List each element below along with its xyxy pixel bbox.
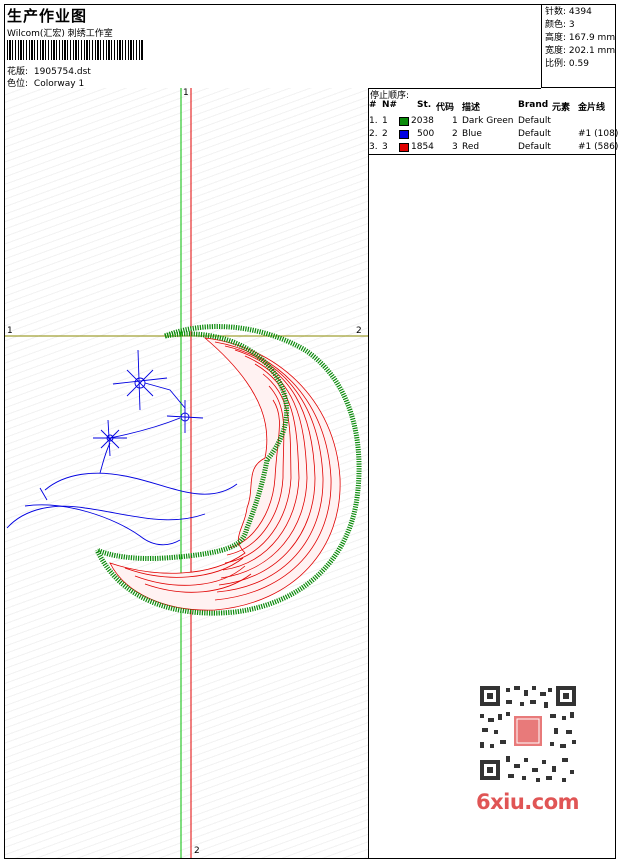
stat-value: 4394 bbox=[568, 7, 592, 17]
barcode bbox=[7, 40, 143, 60]
row-sequin: #1 (108) bbox=[578, 129, 619, 139]
sequence-row: 1. 1 2038 1 Dark Green Default bbox=[368, 115, 616, 128]
header: 生产作业图 Wilcom(汇宏) 刺绣工作室 花版: 1905754.dst 色… bbox=[4, 4, 541, 89]
row-index: 1. bbox=[369, 116, 378, 126]
stat-colors: 颜色: 3 bbox=[545, 19, 616, 32]
qr-code bbox=[470, 680, 586, 788]
row-sequin: #1 (586) bbox=[578, 142, 619, 152]
wave-line bbox=[6, 505, 206, 529]
row-description: Dark Green bbox=[462, 116, 514, 126]
color-swatch bbox=[399, 143, 409, 152]
stat-label: 宽度: bbox=[545, 46, 567, 56]
star-shape bbox=[166, 400, 204, 433]
star-link bbox=[144, 382, 186, 409]
col-code: 代码 bbox=[436, 103, 455, 113]
stat-value: 167.9 mm bbox=[568, 33, 616, 43]
seal-stamp bbox=[514, 716, 542, 746]
row-stitches: 500 bbox=[417, 129, 435, 139]
stat-width: 宽度: 202.1 mm bbox=[545, 45, 616, 58]
row-brand: Default bbox=[518, 129, 551, 139]
col-element: 元素 bbox=[552, 103, 571, 113]
row-stitches: 1854 bbox=[411, 142, 434, 152]
star-link bbox=[109, 417, 181, 439]
row-code: 2 bbox=[452, 129, 458, 139]
col-description: 描述 bbox=[462, 103, 481, 113]
watermark-text: 6xiu.com bbox=[476, 790, 580, 814]
horizontal-marker-left: 1 bbox=[7, 326, 13, 336]
col-stitches: St. bbox=[417, 100, 432, 110]
page-title: 生产作业图 bbox=[7, 7, 88, 25]
design-canvas: 1 1 2 2 bbox=[5, 88, 369, 858]
row-index: 3. bbox=[369, 142, 378, 152]
row-description: Red bbox=[462, 142, 480, 152]
row-index: 2. bbox=[369, 129, 378, 139]
row-number: 3 bbox=[382, 142, 388, 152]
blue-stars-and-waves bbox=[6, 349, 238, 546]
sequence-row: 3. 3 1854 3 Red Default #1 (586) bbox=[368, 141, 619, 154]
row-stitches: 2038 bbox=[411, 116, 434, 126]
star-shape bbox=[112, 349, 168, 411]
stat-value: 202.1 mm bbox=[568, 46, 616, 56]
row-number: 1 bbox=[382, 116, 388, 126]
color-swatch bbox=[399, 117, 409, 126]
row-description: Blue bbox=[462, 129, 482, 139]
vertical-marker-top: 1 bbox=[183, 88, 189, 98]
subtitle: Wilcom(汇宏) 刺绣工作室 bbox=[7, 29, 113, 39]
col-index: # bbox=[369, 100, 377, 110]
stat-label: 比例: bbox=[545, 59, 567, 69]
stat-stitches: 针数: 4394 bbox=[545, 6, 616, 19]
stat-label: 针数: bbox=[545, 7, 567, 17]
wave-line bbox=[44, 472, 238, 495]
col-sequin: 金片线 bbox=[578, 103, 606, 113]
stats-panel: 针数: 4394 颜色: 3 高度: 167.9 mm 宽度: 202.1 mm… bbox=[541, 4, 616, 88]
watermark: 6xiu.com bbox=[470, 680, 586, 820]
stat-value: 0.59 bbox=[568, 59, 589, 69]
row-brand: Default bbox=[518, 116, 551, 126]
sequence-row: 2. 2 500 2 Blue Default #1 (108) bbox=[368, 128, 619, 141]
stat-label: 颜色: bbox=[545, 20, 567, 30]
color-swatch bbox=[399, 130, 409, 139]
row-code: 1 bbox=[452, 116, 458, 126]
horizontal-marker-right: 2 bbox=[356, 326, 362, 336]
col-number: N# bbox=[382, 100, 398, 110]
vertical-marker-bottom: 2 bbox=[194, 846, 200, 856]
panel-divider bbox=[368, 154, 616, 155]
col-brand: Brand bbox=[518, 100, 549, 110]
stat-value: 3 bbox=[568, 20, 575, 30]
row-code: 3 bbox=[452, 142, 458, 152]
embroidery-drawing bbox=[5, 88, 368, 858]
row-brand: Default bbox=[518, 142, 551, 152]
stat-scale: 比例: 0.59 bbox=[545, 58, 616, 71]
row-number: 2 bbox=[382, 129, 388, 139]
wave-line bbox=[39, 487, 48, 501]
stat-height: 高度: 167.9 mm bbox=[545, 32, 616, 45]
stat-label: 高度: bbox=[545, 33, 567, 43]
